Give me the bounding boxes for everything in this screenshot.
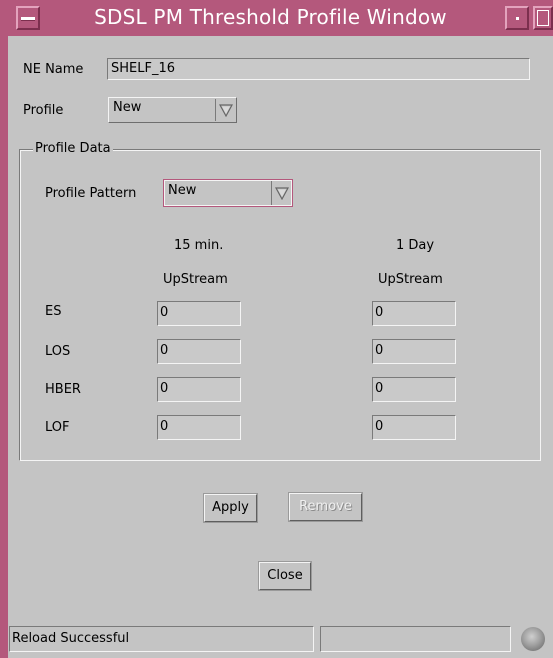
profile-data-title: Profile Data [33, 141, 113, 156]
hber-1day-input[interactable]: 0 [372, 377, 456, 402]
los-1day-input[interactable]: 0 [372, 339, 456, 364]
profile-pattern-label: Profile Pattern [45, 186, 137, 201]
col-1day-header: 1 Day [396, 238, 435, 253]
window-menu-icon[interactable] [16, 6, 40, 30]
maximize-icon[interactable] [533, 6, 553, 30]
ne-name-field: SHELF_16 [107, 58, 530, 80]
row-lof-label: LOF [45, 420, 70, 435]
profile-label: Profile [23, 103, 64, 118]
es-1day-input[interactable]: 0 [372, 301, 456, 326]
lof-15min-input[interactable]: 0 [157, 415, 241, 440]
col-15min-subheader: UpStream [163, 272, 228, 287]
dropdown-arrow-icon[interactable] [215, 99, 235, 121]
status-message: Reload Successful [9, 626, 314, 652]
profile-pattern-value: New [168, 183, 197, 198]
window-title: SDSL PM Threshold Profile Window [94, 5, 447, 29]
remove-button[interactable]: Remove [289, 493, 362, 521]
col-15min-header: 15 min. [174, 238, 224, 253]
row-hber-label: HBER [45, 382, 81, 397]
profile-select[interactable]: New [108, 97, 237, 123]
row-los-label: LOS [45, 344, 71, 359]
apply-button[interactable]: Apply [204, 494, 257, 522]
es-15min-input[interactable]: 0 [157, 301, 241, 326]
title-bar[interactable]: SDSL PM Threshold Profile Window [8, 0, 553, 36]
col-1day-subheader: UpStream [378, 272, 443, 287]
row-es-label: ES [45, 304, 62, 319]
hber-15min-input[interactable]: 0 [157, 377, 241, 402]
dropdown-arrow-icon[interactable] [271, 181, 291, 205]
los-15min-input[interactable]: 0 [157, 339, 241, 364]
ne-name-label: NE Name [23, 62, 84, 77]
status-light-icon [521, 627, 545, 651]
profile-pattern-select[interactable]: New [163, 179, 293, 207]
profile-select-value: New [113, 100, 142, 115]
status-secondary [320, 626, 511, 652]
close-button[interactable]: Close [259, 562, 311, 590]
lof-1day-input[interactable]: 0 [372, 415, 456, 440]
minimize-icon[interactable] [505, 6, 529, 30]
